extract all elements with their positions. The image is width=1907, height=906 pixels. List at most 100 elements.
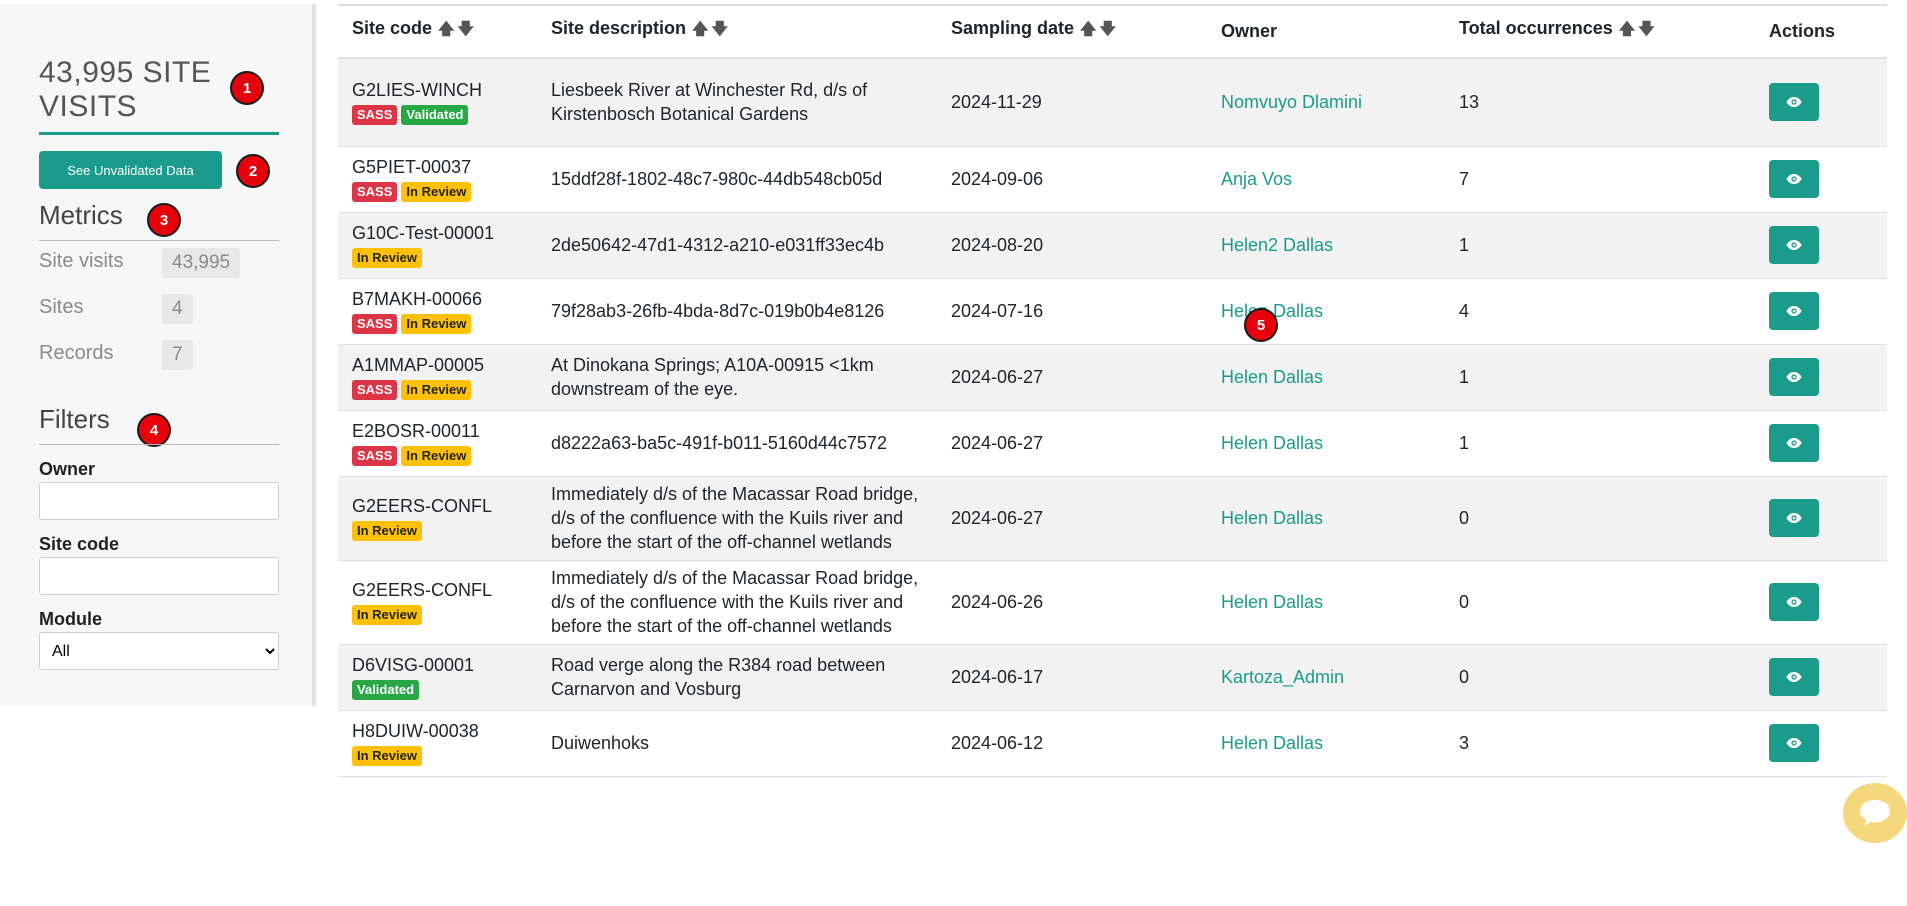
view-button[interactable]	[1769, 583, 1819, 621]
column-header-owner: Owner	[1207, 6, 1445, 59]
sass-badge: SASS	[352, 380, 398, 400]
column-header-label: Owner	[1221, 21, 1278, 41]
eye-icon	[1786, 438, 1802, 448]
annotation-marker-1: 1	[230, 71, 264, 105]
sidebar: 43,995 SITE VISITS 1 See Unvalidated Dat…	[0, 4, 316, 706]
table-row: G2EERS-CONFL In Review Immediately d/s o…	[338, 560, 1887, 645]
table-row: D6VISG-00001 Validated Road verge along …	[338, 644, 1887, 711]
column-header-sampling-date[interactable]: Sampling date 🡅 🡇	[937, 6, 1207, 59]
in-review-badge: In Review	[401, 446, 472, 466]
metrics-divider	[39, 240, 279, 241]
owner-link[interactable]: Helen Dallas	[1221, 433, 1323, 453]
owner-cell: Kartoza_Admin	[1207, 644, 1445, 711]
metric-value-records: 7	[162, 340, 193, 370]
status-badges: In Review	[352, 246, 523, 268]
metric-value-sites: 4	[162, 294, 193, 324]
total-occurrences-cell: 1	[1445, 344, 1755, 411]
owner-cell: Anja Vos	[1207, 146, 1445, 213]
sort-desc-icon[interactable]: 🡇	[711, 21, 727, 38]
owner-cell: Helen Dallas	[1207, 410, 1445, 477]
view-button[interactable]	[1769, 724, 1819, 762]
owner-link[interactable]: Nomvuyo Dlamini	[1221, 92, 1362, 112]
view-button[interactable]	[1769, 499, 1819, 537]
metric-label-sites: Sites	[39, 296, 84, 318]
view-button[interactable]	[1769, 83, 1819, 122]
in-review-badge: In Review	[352, 746, 422, 766]
owner-link[interactable]: Helen Dallas	[1221, 367, 1323, 387]
site-description-cell: d8222a63-ba5c-491f-b011-5160d44c7572	[537, 410, 937, 477]
owner-link[interactable]: Helen2 Dallas	[1221, 235, 1333, 255]
site-description-cell: Road verge along the R384 road between C…	[537, 644, 937, 711]
view-button[interactable]	[1769, 358, 1819, 396]
total-occurrences-cell: 0	[1445, 560, 1755, 645]
owner-cell: Helen Dallas	[1207, 710, 1445, 777]
owner-cell: Nomvuyo Dlamini	[1207, 58, 1445, 147]
actions-cell	[1755, 344, 1887, 411]
sort-asc-icon[interactable]: 🡅	[692, 21, 708, 38]
site-code-filter-input[interactable]	[39, 557, 279, 595]
sass-badge: SASS	[352, 314, 398, 334]
site-description: 2de50642-47d1-4312-a210-e031ff33ec4b	[551, 235, 884, 255]
view-button[interactable]	[1769, 292, 1819, 330]
eye-icon	[1786, 174, 1802, 184]
sort-desc-icon[interactable]: 🡇	[457, 21, 473, 38]
owner-cell: Helen2 Dallas	[1207, 212, 1445, 279]
view-button[interactable]	[1769, 226, 1819, 264]
column-header-label: Actions	[1769, 21, 1836, 41]
column-header-site-code[interactable]: Site code 🡅 🡇	[338, 6, 537, 59]
sort-asc-icon[interactable]: 🡅	[1619, 21, 1635, 38]
module-filter-select[interactable]: All	[39, 632, 279, 670]
site-code: B7MAKH-00066	[352, 289, 483, 309]
sampling-date-cell: 2024-09-06	[937, 146, 1207, 213]
status-badges: SASS In Review	[352, 378, 523, 400]
annotation-marker-4: 4	[137, 413, 171, 447]
chat-widget-button[interactable]	[1843, 783, 1907, 843]
sort-asc-icon[interactable]: 🡅	[1080, 21, 1096, 38]
site-description: Liesbeek River at Winchester Rd, d/s of …	[551, 80, 868, 125]
site-code: D6VISG-00001	[352, 655, 475, 675]
site-description-cell: At Dinokana Springs; A10A-00915 <1km dow…	[537, 344, 937, 411]
see-unvalidated-data-button[interactable]: See Unvalidated Data	[39, 151, 222, 189]
site-code: G5PIET-00037	[352, 157, 472, 177]
sampling-date-cell: 2024-06-12	[937, 710, 1207, 777]
site-code-filter-label: Site code	[39, 534, 120, 554]
in-review-badge: In Review	[401, 380, 472, 400]
table-header-row: Site code 🡅 🡇 Site description 🡅 🡇 Sampling …	[338, 6, 1887, 59]
site-description-cell: Immediately d/s of the Macassar Road bri…	[537, 560, 937, 645]
actions-cell	[1755, 476, 1887, 561]
actions-cell	[1755, 212, 1887, 279]
sampling-date-cell: 2024-06-27	[937, 476, 1207, 561]
site-code-cell: G5PIET-00037 SASS In Review	[338, 146, 537, 213]
view-button[interactable]	[1769, 658, 1819, 696]
in-review-badge: In Review	[401, 314, 472, 334]
column-header-site-description[interactable]: Site description 🡅 🡇	[537, 6, 937, 59]
eye-icon	[1786, 597, 1802, 607]
in-review-badge: In Review	[352, 248, 422, 268]
site-code: G2EERS-CONFL	[352, 496, 493, 516]
owner-filter-input[interactable]	[39, 482, 279, 520]
owner-link[interactable]: Kartoza_Admin	[1221, 667, 1344, 687]
site-code-cell: G2EERS-CONFL In Review	[338, 476, 537, 561]
site-code-cell: G2EERS-CONFL In Review	[338, 560, 537, 645]
column-header-total-occurrences[interactable]: Total occurrences 🡅 🡇	[1445, 6, 1755, 59]
owner-link[interactable]: Helen Dallas	[1221, 592, 1323, 612]
eye-icon	[1786, 513, 1802, 523]
view-button[interactable]	[1769, 160, 1819, 198]
site-visits-table-container: Site code 🡅 🡇 Site description 🡅 🡇 Sampling …	[338, 4, 1887, 906]
sort-asc-icon[interactable]: 🡅	[438, 21, 454, 38]
owner-link[interactable]: Helen Dallas	[1221, 508, 1323, 528]
site-description-cell: 79f28ab3-26fb-4bda-8d7c-019b0b4e8126	[537, 278, 937, 345]
site-code-cell: A1MMAP-00005 SASS In Review	[338, 344, 537, 411]
owner-link[interactable]: Helen Dallas	[1221, 733, 1323, 753]
owner-link[interactable]: Anja Vos	[1221, 169, 1292, 189]
site-description: d8222a63-ba5c-491f-b011-5160d44c7572	[551, 433, 887, 453]
owner-cell: Helen Dallas	[1207, 476, 1445, 561]
column-header-label: Sampling date	[951, 18, 1075, 38]
site-description: 79f28ab3-26fb-4bda-8d7c-019b0b4e8126	[551, 301, 885, 321]
table-row: H8DUIW-00038 In Review Duiwenhoks 2024-0…	[338, 710, 1887, 777]
sort-desc-icon[interactable]: 🡇	[1099, 21, 1115, 38]
site-description: Duiwenhoks	[551, 733, 650, 753]
sort-desc-icon[interactable]: 🡇	[1638, 21, 1654, 38]
total-occurrences-cell: 1	[1445, 410, 1755, 477]
view-button[interactable]	[1769, 424, 1819, 462]
